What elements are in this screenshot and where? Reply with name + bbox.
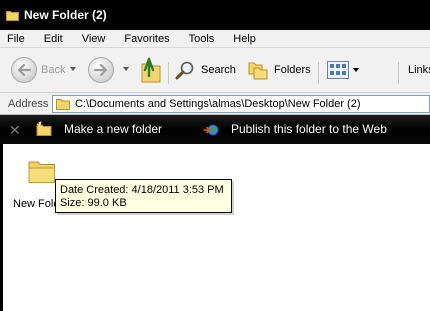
menu-file[interactable]: File [7, 33, 25, 45]
menu-view[interactable]: View [82, 33, 106, 45]
back-history-dropdown[interactable] [70, 67, 76, 71]
title-bar[interactable]: New Folder (2) [0, 0, 430, 30]
menu-edit[interactable]: Edit [44, 33, 63, 45]
menu-bar: File Edit View Favorites Tools Help [0, 30, 430, 48]
search-label: Search [201, 64, 236, 76]
toolbar-separator [168, 62, 169, 84]
new-folder-icon [36, 121, 52, 136]
chevron-down-icon [123, 67, 129, 71]
search-button[interactable]: Search [175, 60, 236, 80]
explorer-window: New Folder (2) File Edit View Favorites … [0, 0, 430, 311]
menu-help[interactable]: Help [233, 33, 256, 45]
tooltip-date-created: Date Created: 4/18/2011 3:53 PM [60, 184, 224, 196]
make-new-folder-task[interactable]: Make a new folder [36, 121, 162, 137]
back-label: Back [41, 64, 66, 76]
make-new-folder-label: Make a new folder [64, 122, 163, 136]
toolbar-separator [318, 62, 319, 84]
forward-button[interactable] [88, 57, 114, 83]
folder-icon [56, 99, 70, 110]
publish-folder-task[interactable]: Publish this folder to the Web [203, 121, 387, 137]
views-button[interactable] [327, 61, 359, 79]
close-icon[interactable]: ✕ [9, 122, 21, 139]
standard-toolbar: Back Search Folders Link [0, 48, 430, 93]
folders-label: Folders [274, 64, 311, 76]
chevron-down-icon [353, 68, 359, 72]
back-arrow-icon [11, 57, 37, 83]
window-title: New Folder (2) [24, 8, 107, 22]
links-toolbar-button[interactable]: Links [408, 64, 430, 76]
address-bar: Address C:\Documents and Settings\almas\… [0, 93, 430, 115]
folders-button[interactable]: Folders [247, 59, 311, 81]
address-field[interactable]: C:\Documents and Settings\almas\Desktop\… [52, 95, 430, 113]
address-label: Address [8, 97, 49, 110]
info-tooltip: Date Created: 4/18/2011 3:53 PM Size: 99… [55, 179, 232, 213]
address-path: C:\Documents and Settings\almas\Desktop\… [75, 98, 361, 110]
chevron-down-icon [70, 67, 76, 71]
tooltip-size: Size: 99.0 KB [60, 197, 127, 209]
publish-web-icon [203, 124, 219, 136]
up-folder-icon [141, 57, 161, 83]
folder-item-label: New Fold [13, 198, 60, 210]
menu-favorites[interactable]: Favorites [124, 33, 169, 45]
folder-icon [6, 10, 19, 21]
folder-content-area[interactable]: New Fold Date Created: 4/18/2011 3:53 PM… [3, 144, 430, 311]
menu-tools[interactable]: Tools [189, 33, 215, 45]
forward-arrow-icon [88, 57, 114, 83]
folder-icon [28, 161, 55, 183]
links-label: Links [408, 64, 430, 76]
publish-folder-label: Publish this folder to the Web [231, 122, 387, 136]
toolbar-separator [398, 62, 399, 84]
folder-tasks-bar: ✕ Make a new folder Publish this folder … [0, 115, 430, 144]
back-button[interactable]: Back [11, 57, 65, 83]
folders-icon [248, 62, 268, 80]
search-icon [175, 61, 194, 80]
up-folder-button[interactable] [136, 56, 162, 84]
forward-history-dropdown[interactable] [123, 67, 129, 71]
views-icon [327, 61, 349, 79]
